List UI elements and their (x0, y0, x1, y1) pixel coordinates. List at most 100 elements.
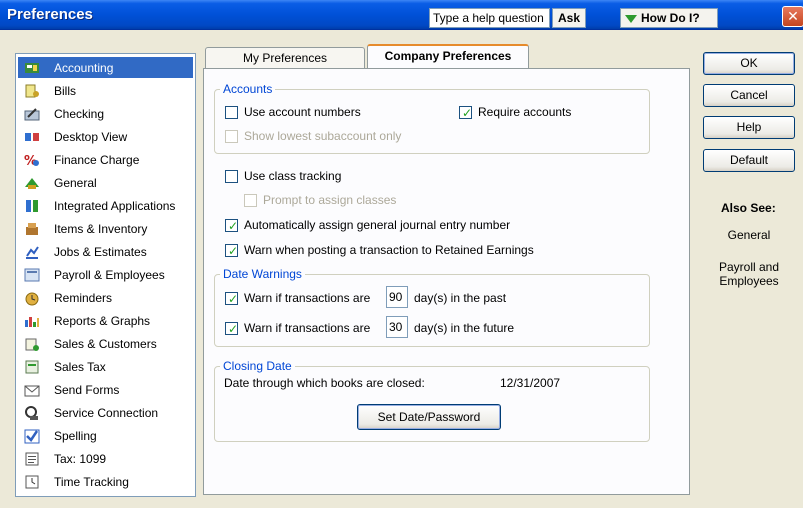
warn-future-checkbox[interactable]: ✓ (225, 322, 238, 336)
sidebar-item-label: Integrated Applications (54, 198, 176, 213)
closing-date-value: 12/31/2007 (500, 376, 561, 390)
title-bar: Preferences Type a help question Ask How… (0, 0, 803, 30)
checkmark-icon: ✓ (228, 219, 239, 233)
sidebar-item-label: Jobs & Estimates (54, 244, 147, 259)
checkmark-icon: ✓ (462, 106, 473, 120)
use-class-tracking-checkbox[interactable] (225, 170, 238, 183)
closing-date-legend: Closing Date (220, 359, 295, 373)
tab-my-preferences[interactable]: My Preferences (205, 47, 365, 69)
bills-icon (24, 83, 40, 99)
help-button[interactable]: Help (703, 116, 795, 139)
sidebar-item-payroll-employees[interactable]: Payroll & Employees (18, 264, 193, 285)
spelling-icon (24, 428, 40, 444)
how-do-i-button[interactable]: How Do I? (620, 8, 718, 28)
sidebar-item-accounting[interactable]: Accounting (18, 57, 193, 78)
sidebar-item-label: Payroll & Employees (54, 267, 165, 282)
require-accounts-label: Require accounts (478, 105, 572, 119)
warn-past-label: Warn if transactions are (244, 291, 371, 305)
past-days-input[interactable]: 90 (386, 286, 408, 308)
warn-retained-earnings-checkbox[interactable]: ✓ (225, 244, 238, 258)
company-preferences-panel: Accounts Use account numbers ✓ Require a… (203, 68, 690, 495)
sidebar-item-label: General (54, 175, 97, 190)
show-lowest-subaccount-checkbox[interactable] (225, 130, 238, 143)
also-see-payroll-link[interactable]: Payroll and Employees (709, 260, 789, 288)
use-class-tracking-label: Use class tracking (244, 169, 342, 183)
sidebar-item-service-connection[interactable]: Service Connection (18, 402, 193, 423)
checking-icon (24, 106, 40, 122)
sidebar-item-sales-customers[interactable]: Sales & Customers (18, 333, 193, 354)
tab-company-preferences[interactable]: Company Preferences (367, 44, 529, 69)
past-days-suffix: day(s) in the past (414, 291, 507, 305)
sidebar-item-label: Finance Charge (54, 152, 140, 167)
preferences-category-list[interactable]: Accounting Bills Checking Desktop View %… (15, 53, 196, 497)
sidebar-item-general[interactable]: General (18, 172, 193, 193)
sidebar-item-items-inventory[interactable]: Items & Inventory (18, 218, 193, 239)
date-warnings-group (214, 274, 650, 347)
require-accounts-checkbox[interactable]: ✓ (459, 106, 473, 120)
payroll-icon (24, 267, 40, 283)
cancel-button[interactable]: Cancel (703, 84, 795, 107)
items-inventory-icon (24, 221, 40, 237)
warn-future-label: Warn if transactions are (244, 321, 371, 335)
tab-company-preferences-label: Company Preferences (384, 49, 512, 63)
prompt-assign-classes-label: Prompt to assign classes (263, 193, 397, 207)
how-do-i-label: How Do I? (641, 11, 700, 25)
sidebar-item-label: Accounting (54, 60, 114, 75)
tax-1099-icon (24, 451, 40, 467)
sidebar-item-label: Desktop View (54, 129, 128, 144)
checkmark-icon: ✓ (228, 292, 239, 306)
sidebar-item-tax-1099[interactable]: Tax: 1099 (18, 448, 193, 469)
sidebar-item-label: Reports & Graphs (54, 313, 151, 328)
sidebar-item-reports-graphs[interactable]: Reports & Graphs (18, 310, 193, 331)
set-date-password-button[interactable]: Set Date/Password (357, 404, 501, 430)
prompt-assign-classes-checkbox[interactable] (244, 194, 257, 207)
use-account-numbers-label: Use account numbers (244, 105, 361, 119)
sidebar-item-finance-charge[interactable]: % Finance Charge (18, 149, 193, 170)
ask-button[interactable]: Ask (552, 8, 586, 28)
integrated-apps-icon (24, 198, 40, 214)
jobs-estimates-icon (24, 244, 40, 260)
sales-customers-icon (24, 336, 40, 352)
show-lowest-subaccount-label: Show lowest subaccount only (244, 129, 402, 143)
sidebar-item-time-tracking[interactable]: Time Tracking (18, 471, 193, 492)
also-see-title: Also See: (721, 201, 776, 215)
sidebar-item-label: Send Forms (54, 382, 120, 397)
sidebar-item-checking[interactable]: Checking (18, 103, 193, 124)
tab-my-preferences-label: My Preferences (242, 51, 328, 65)
close-button[interactable]: ✕ (782, 6, 803, 27)
closing-date-label: Date through which books are closed: (224, 376, 425, 390)
reports-graphs-icon (24, 313, 40, 329)
sidebar-item-spelling[interactable]: Spelling (18, 425, 193, 446)
sidebar-item-label: Reminders (54, 290, 113, 305)
sidebar-item-label: Sales Tax (54, 359, 106, 374)
dropdown-triangle-icon (625, 14, 637, 23)
service-connection-icon (24, 405, 40, 421)
auto-assign-journal-label: Automatically assign general journal ent… (244, 218, 511, 232)
sidebar-item-jobs-estimates[interactable]: Jobs & Estimates (18, 241, 193, 262)
sidebar-item-desktop-view[interactable]: Desktop View (18, 126, 193, 147)
sidebar-item-bills[interactable]: Bills (18, 80, 193, 101)
auto-assign-journal-checkbox[interactable]: ✓ (225, 219, 239, 233)
sales-tax-icon (24, 359, 40, 375)
ok-button[interactable]: OK (703, 52, 795, 75)
default-button[interactable]: Default (703, 149, 795, 172)
sidebar-item-label: Bills (54, 83, 77, 98)
help-question-input[interactable]: Type a help question (429, 8, 550, 28)
sidebar-item-label: Tax: 1099 (54, 451, 107, 466)
sidebar-item-integrated-applications[interactable]: Integrated Applications (18, 195, 193, 216)
warn-retained-earnings-label: Warn when posting a transaction to Retai… (244, 243, 534, 257)
accounting-icon (24, 60, 40, 76)
use-account-numbers-checkbox[interactable] (225, 106, 238, 119)
sidebar-item-send-forms[interactable]: Send Forms (18, 379, 193, 400)
desktop-view-icon (24, 129, 40, 145)
sidebar-item-label: Spelling (54, 428, 97, 443)
warn-past-checkbox[interactable]: ✓ (225, 292, 239, 306)
future-days-input[interactable]: 30 (386, 316, 408, 338)
sidebar-item-label: Items & Inventory (54, 221, 148, 236)
time-tracking-icon (24, 474, 40, 490)
window-title: Preferences (7, 6, 93, 23)
also-see-general-link[interactable]: General (709, 228, 789, 242)
sidebar-item-reminders[interactable]: Reminders (18, 287, 193, 308)
sidebar-item-sales-tax[interactable]: Sales Tax (18, 356, 193, 377)
accounts-group (214, 89, 650, 154)
